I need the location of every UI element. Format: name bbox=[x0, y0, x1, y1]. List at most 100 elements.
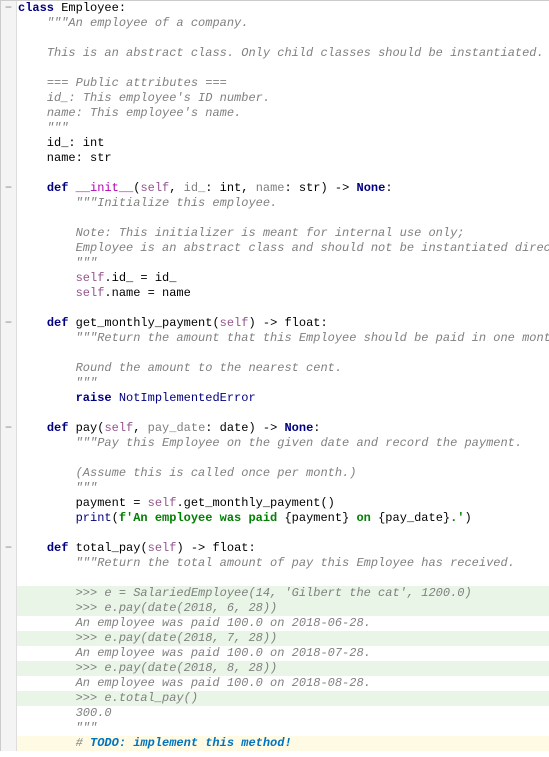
code-text[interactable]: This is an abstract class. Only child cl… bbox=[17, 46, 549, 61]
code-line: """An employee of a company. bbox=[1, 16, 549, 31]
code-token: self bbox=[76, 286, 105, 300]
code-text[interactable]: name: This employee's name. bbox=[17, 106, 549, 121]
gutter-fold-icon[interactable] bbox=[1, 421, 17, 436]
gutter-fold-icon bbox=[1, 361, 17, 376]
code-text[interactable]: raise NotImplementedError bbox=[17, 391, 549, 406]
code-text[interactable]: An employee was paid 100.0 on 2018-06-28… bbox=[17, 616, 549, 631]
code-text[interactable]: """ bbox=[17, 256, 549, 271]
code-token bbox=[18, 271, 76, 285]
code-text[interactable]: id_: This employee's ID number. bbox=[17, 91, 549, 106]
code-token: >>> e.pay(date(2018, 8, 28)) bbox=[76, 661, 278, 675]
code-text[interactable]: (Assume this is called once per month.) bbox=[17, 466, 549, 481]
code-text[interactable]: """ bbox=[17, 721, 549, 736]
code-text[interactable]: Employee is an abstract class and should… bbox=[17, 241, 549, 256]
code-text[interactable]: """An employee of a company. bbox=[17, 16, 549, 31]
code-line: >>> e = SalariedEmployee(14, 'Gilbert th… bbox=[1, 586, 549, 601]
code-text[interactable] bbox=[17, 31, 549, 46]
code-text[interactable] bbox=[17, 451, 549, 466]
code-text[interactable]: """ bbox=[17, 121, 549, 136]
code-text[interactable] bbox=[17, 526, 549, 541]
code-text[interactable]: An employee was paid 100.0 on 2018-07-28… bbox=[17, 646, 549, 661]
code-text[interactable]: Note: This initializer is meant for inte… bbox=[17, 226, 549, 241]
code-text[interactable] bbox=[17, 211, 549, 226]
code-text[interactable]: """ bbox=[17, 481, 549, 496]
gutter-fold-icon bbox=[1, 586, 17, 601]
code-line: Note: This initializer is meant for inte… bbox=[1, 226, 549, 241]
code-text[interactable]: name: str bbox=[17, 151, 549, 166]
code-text[interactable]: def get_monthly_payment(self) -> float: bbox=[17, 316, 549, 331]
code-text[interactable]: """Return the total amount of pay this E… bbox=[17, 556, 549, 571]
code-token: .name = name bbox=[104, 286, 190, 300]
gutter-fold-icon[interactable] bbox=[1, 181, 17, 196]
code-token bbox=[18, 661, 76, 675]
code-token: >>> e.total_pay() bbox=[76, 691, 198, 705]
code-line bbox=[1, 61, 549, 76]
code-text[interactable]: def __init__(self, id_: int, name: str) … bbox=[17, 181, 549, 196]
gutter-fold-icon bbox=[1, 466, 17, 481]
gutter-fold-icon[interactable] bbox=[1, 1, 17, 16]
gutter-fold-icon bbox=[1, 151, 17, 166]
gutter-fold-icon bbox=[1, 496, 17, 511]
code-line: id_: This employee's ID number. bbox=[1, 91, 549, 106]
code-text[interactable]: """Return the amount that this Employee … bbox=[17, 331, 549, 346]
gutter-fold-icon bbox=[1, 76, 17, 91]
code-line: """Return the amount that this Employee … bbox=[1, 331, 549, 346]
gutter-fold-icon bbox=[1, 646, 17, 661]
code-text[interactable]: payment = self.get_monthly_payment() bbox=[17, 496, 549, 511]
code-text[interactable]: Round the amount to the nearest cent. bbox=[17, 361, 549, 376]
code-token: raise bbox=[76, 391, 119, 405]
code-text[interactable]: def pay(self, pay_date: date) -> None: bbox=[17, 421, 549, 436]
code-token bbox=[18, 646, 76, 660]
code-line: raise NotImplementedError bbox=[1, 391, 549, 406]
code-text[interactable]: """Pay this Employee on the given date a… bbox=[17, 436, 549, 451]
gutter-fold-icon[interactable] bbox=[1, 541, 17, 556]
code-text[interactable]: >>> e = SalariedEmployee(14, 'Gilbert th… bbox=[17, 586, 549, 601]
code-text[interactable]: id_: int bbox=[17, 136, 549, 151]
code-text[interactable] bbox=[17, 346, 549, 361]
code-text[interactable]: """ bbox=[17, 376, 549, 391]
code-text[interactable]: def total_pay(self) -> float: bbox=[17, 541, 549, 556]
code-text[interactable]: === Public attributes === bbox=[17, 76, 549, 91]
gutter-fold-icon bbox=[1, 286, 17, 301]
code-text[interactable]: print(f'An employee was paid {payment} o… bbox=[17, 511, 549, 526]
code-token: (Assume this is called once per month.) bbox=[76, 466, 357, 480]
code-text[interactable]: 300.0 bbox=[17, 706, 549, 721]
code-text[interactable]: >>> e.pay(date(2018, 7, 28)) bbox=[17, 631, 549, 646]
gutter-fold-icon bbox=[1, 16, 17, 31]
code-line: id_: int bbox=[1, 136, 549, 151]
gutter-fold-icon bbox=[1, 631, 17, 646]
code-token bbox=[18, 676, 76, 690]
code-token bbox=[18, 586, 76, 600]
code-text[interactable] bbox=[17, 301, 549, 316]
gutter-fold-icon bbox=[1, 46, 17, 61]
code-line bbox=[1, 166, 549, 181]
gutter-fold-icon[interactable] bbox=[1, 316, 17, 331]
code-text[interactable]: # TODO: implement this method! bbox=[17, 736, 549, 751]
code-token: >>> e = SalariedEmployee(14, 'Gilbert th… bbox=[76, 586, 472, 600]
code-text[interactable]: self.name = name bbox=[17, 286, 549, 301]
code-text[interactable]: class Employee: bbox=[17, 1, 549, 16]
code-line: name: str bbox=[1, 151, 549, 166]
code-token: on bbox=[349, 511, 378, 525]
code-text[interactable]: An employee was paid 100.0 on 2018-08-28… bbox=[17, 676, 549, 691]
code-token: """Pay this Employee on the given date a… bbox=[76, 436, 522, 450]
code-editor: class Employee: """An employee of a comp… bbox=[0, 0, 549, 751]
code-text[interactable]: >>> e.pay(date(2018, 6, 28)) bbox=[17, 601, 549, 616]
code-line: >>> e.pay(date(2018, 6, 28)) bbox=[1, 601, 549, 616]
code-line: An employee was paid 100.0 on 2018-08-28… bbox=[1, 676, 549, 691]
code-text[interactable]: self.id_ = id_ bbox=[17, 271, 549, 286]
code-token: , bbox=[133, 421, 147, 435]
code-text[interactable]: >>> e.pay(date(2018, 8, 28)) bbox=[17, 661, 549, 676]
code-text[interactable] bbox=[17, 406, 549, 421]
code-text[interactable] bbox=[17, 61, 549, 76]
code-line bbox=[1, 31, 549, 46]
code-text[interactable]: >>> e.total_pay() bbox=[17, 691, 549, 706]
code-token: >>> e.pay(date(2018, 6, 28)) bbox=[76, 601, 278, 615]
code-text[interactable] bbox=[17, 166, 549, 181]
gutter-fold-icon bbox=[1, 451, 17, 466]
code-text[interactable] bbox=[17, 571, 549, 586]
code-token: self bbox=[148, 541, 177, 555]
code-line: self.name = name bbox=[1, 286, 549, 301]
code-text[interactable]: """Initialize this employee. bbox=[17, 196, 549, 211]
gutter-fold-icon bbox=[1, 226, 17, 241]
